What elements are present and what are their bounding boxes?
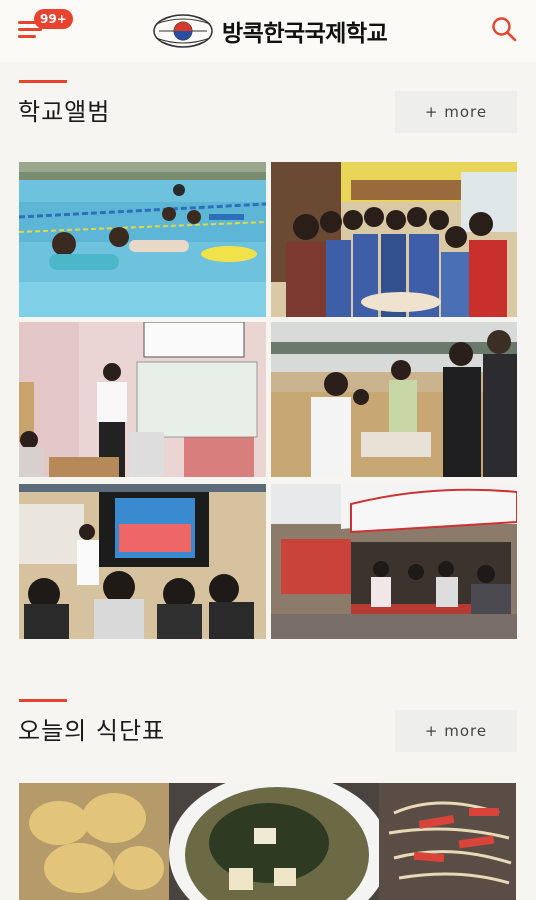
school-name: 방콕한국국제학교 xyxy=(222,21,388,47)
photo-image xyxy=(271,162,517,317)
meal-accent-line xyxy=(19,699,67,702)
album-accent-line xyxy=(19,80,67,83)
photo-image xyxy=(19,484,266,639)
photo-image xyxy=(271,484,517,639)
album-photo-cooking[interactable] xyxy=(271,162,517,317)
album-photo-gym-activity[interactable] xyxy=(271,322,517,477)
photo-image xyxy=(19,162,266,317)
meal-photo[interactable] xyxy=(19,783,516,900)
app-header: 99+ 방콕한국국제학교 xyxy=(0,0,536,62)
menu-icon-bar xyxy=(18,35,36,38)
photo-image xyxy=(271,322,517,477)
search-icon[interactable] xyxy=(490,15,518,43)
album-photo-swimming[interactable] xyxy=(19,162,266,317)
menu-icon-bar xyxy=(18,28,42,31)
album-photo-field-trip[interactable] xyxy=(271,484,517,639)
meal-title: 오늘의 식단표 xyxy=(18,717,166,745)
album-title: 학교앨범 xyxy=(18,98,111,126)
album-more-button[interactable]: + more xyxy=(395,91,517,133)
school-logo xyxy=(153,14,213,48)
album-photo-presentation[interactable] xyxy=(19,484,266,639)
meal-more-button[interactable]: + more xyxy=(395,710,517,752)
album-photo-classroom[interactable] xyxy=(19,322,266,477)
meal-image xyxy=(19,783,516,900)
photo-image xyxy=(19,322,266,477)
notification-badge: 99+ xyxy=(34,9,73,29)
